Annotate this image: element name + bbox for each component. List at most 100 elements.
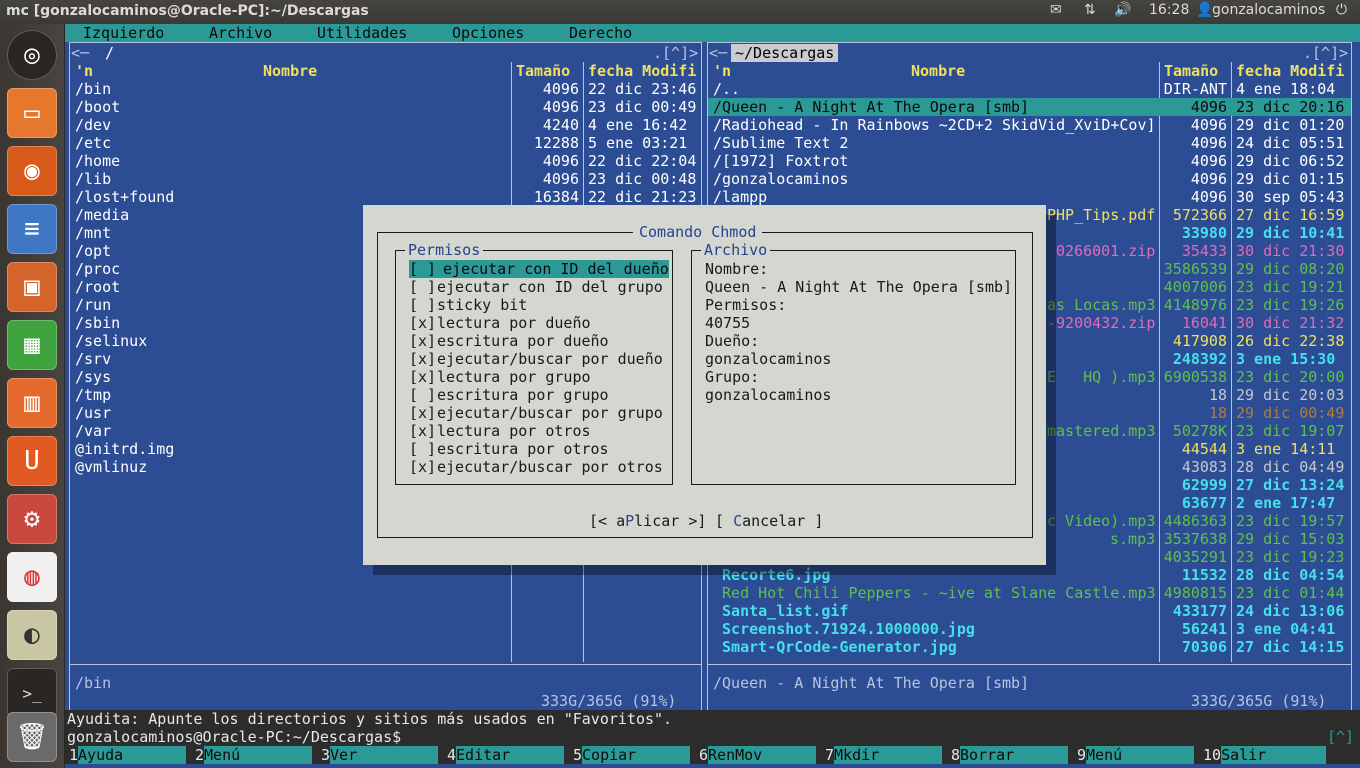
right-row-name[interactable]: /[1972] Foxtrot xyxy=(713,152,848,170)
right-row-size[interactable]: 43083 xyxy=(1159,458,1227,476)
right-row-name[interactable]: Smart-QrCode-Generator.jpg xyxy=(713,638,957,656)
perm-checkbox[interactable]: [ ] xyxy=(409,296,436,314)
perm-checkbox[interactable]: [ ] xyxy=(409,386,436,404)
right-row-size[interactable]: 62999 xyxy=(1159,476,1227,494)
right-row-date[interactable]: 29 dic 10:41 xyxy=(1236,224,1344,242)
left-row-name[interactable]: @initrd.img xyxy=(75,440,174,458)
right-row-size[interactable]: 70306 xyxy=(1159,638,1227,656)
right-row-name[interactable]: /lampp xyxy=(713,188,767,206)
right-row-name[interactable]: /Radiohead - In Rainbows ~2CD+2 SkidVid_… xyxy=(713,116,1156,134)
perm-label[interactable]: lectura por grupo xyxy=(437,368,591,386)
clock[interactable]: 16:28 xyxy=(1149,2,1189,18)
right-row-name[interactable]: E HQ ).mp3 xyxy=(1047,368,1155,386)
right-row-date[interactable]: 3 ene 04:41 xyxy=(1236,620,1335,638)
right-row-date[interactable]: 27 dic 13:24 xyxy=(1236,476,1344,494)
right-row-name[interactable]: Screenshot.71924.1000000.jpg xyxy=(713,620,975,638)
right-row-date[interactable]: 23 dic 20:16 xyxy=(1236,98,1345,116)
perm-checkbox[interactable]: [x] xyxy=(409,332,436,350)
right-row-date[interactable]: 23 dic 19:26 xyxy=(1236,296,1344,314)
right-row-size[interactable]: 18 xyxy=(1159,386,1227,404)
left-row-name[interactable]: /srv xyxy=(75,350,111,368)
right-row-size[interactable]: 3537638 xyxy=(1159,530,1227,548)
left-row-date[interactable]: 5 ene 03:21 xyxy=(588,134,687,152)
perm-checkbox[interactable]: [x] xyxy=(409,368,436,386)
left-row-name[interactable]: /mnt xyxy=(75,224,111,242)
right-row-date[interactable]: 23 dic 19:21 xyxy=(1236,278,1344,296)
trash-icon[interactable]: 🗑 xyxy=(7,712,57,762)
right-row-size[interactable]: 44544 xyxy=(1159,440,1227,458)
right-col-name[interactable]: Nombre xyxy=(911,62,965,80)
left-row-name[interactable]: /proc xyxy=(75,260,120,278)
user-name[interactable]: gonzalocaminos xyxy=(1212,2,1325,18)
right-row-date[interactable]: 28 dic 04:54 xyxy=(1236,566,1344,584)
left-row-size[interactable]: 4096 xyxy=(511,152,579,170)
right-row-name[interactable]: mastered.mp3 xyxy=(1047,422,1155,440)
software-center-icon[interactable]: ▥ xyxy=(7,378,57,428)
perm-checkbox[interactable]: [ ] xyxy=(409,260,437,278)
perm-label[interactable]: lectura por dueño xyxy=(437,314,591,332)
right-row-date[interactable]: 4 ene 18:04 xyxy=(1236,80,1335,98)
right-row-date[interactable]: 30 sep 05:43 xyxy=(1236,188,1344,206)
left-col-date[interactable]: fecha Modifi xyxy=(588,62,696,80)
perm-label[interactable]: ejecutar con ID del grupo xyxy=(437,278,663,296)
perm-checkbox[interactable]: [x] xyxy=(409,422,436,440)
right-row-name[interactable]: 0266001.zip xyxy=(1056,242,1155,260)
left-row-size[interactable]: 4240 xyxy=(511,116,579,134)
right-row-size[interactable]: 4486363 xyxy=(1159,512,1227,530)
fkey-6[interactable]: 6RenMov xyxy=(699,746,817,764)
left-row-date[interactable]: 22 dic 21:23 xyxy=(588,188,696,206)
left-row-name[interactable]: /lost+found xyxy=(75,188,174,206)
perm-label[interactable]: ejecutar con ID del dueño xyxy=(436,260,669,278)
ubuntu-one-icon[interactable]: U xyxy=(7,436,57,486)
left-row-size[interactable]: 4096 xyxy=(511,80,579,98)
perm-label[interactable]: escritura por grupo xyxy=(437,386,609,404)
left-row-size[interactable]: 4096 xyxy=(511,170,579,188)
left-row-name[interactable]: /home xyxy=(75,152,120,170)
right-row-size[interactable]: 4096 xyxy=(1159,98,1227,116)
left-row-date[interactable]: 4 ene 16:42 xyxy=(588,116,687,134)
ubuntu-dash-icon[interactable]: ◎ xyxy=(7,30,57,80)
left-panel-corner[interactable]: .[^]> xyxy=(653,44,698,62)
right-row-date[interactable]: 23 dic 01:44 xyxy=(1236,584,1344,602)
perm-label[interactable]: sticky bit xyxy=(437,296,527,314)
right-row-date[interactable]: 26 dic 22:38 xyxy=(1236,332,1344,350)
perm-label[interactable]: escritura por otros xyxy=(437,440,609,458)
right-row-size[interactable]: 433177 xyxy=(1159,602,1227,620)
left-row-date[interactable]: 22 dic 23:46 xyxy=(588,80,696,98)
left-row-name[interactable]: /media xyxy=(75,206,129,224)
right-row-size[interactable]: 4096 xyxy=(1159,152,1227,170)
speaker-app-icon[interactable]: ◐ xyxy=(7,610,57,660)
terminal-icon[interactable]: >_ xyxy=(7,668,57,718)
right-col-size[interactable]: Tamaño xyxy=(1164,62,1218,80)
left-row-name[interactable]: /sys xyxy=(75,368,111,386)
perm-checkbox[interactable]: [ ] xyxy=(409,278,436,296)
left-row-name[interactable]: /boot xyxy=(75,98,120,116)
right-row-size[interactable]: 35433 xyxy=(1159,242,1227,260)
right-row-date[interactable]: 30 dic 21:32 xyxy=(1236,314,1344,332)
right-row-date[interactable]: 28 dic 04:49 xyxy=(1236,458,1344,476)
right-row-name[interactable]: /Sublime Text 2 xyxy=(713,134,848,152)
right-row-size[interactable]: 4096 xyxy=(1159,134,1227,152)
firefox-icon[interactable]: ◉ xyxy=(7,146,57,196)
left-row-date[interactable]: 23 dic 00:48 xyxy=(588,170,696,188)
perm-checkbox[interactable]: [x] xyxy=(409,458,436,476)
right-row-size[interactable]: 4007006 xyxy=(1159,278,1227,296)
right-row-name[interactable]: Santa_list.gif xyxy=(713,602,848,620)
right-row-size[interactable]: 4096 xyxy=(1159,188,1227,206)
left-row-name[interactable]: /opt xyxy=(75,242,111,260)
fkey-3[interactable]: 3Ver xyxy=(321,746,439,764)
right-col-date[interactable]: fecha Modifi xyxy=(1236,62,1344,80)
power-icon[interactable]: ⏻ xyxy=(1336,2,1347,18)
right-row-name[interactable]: PHP_Tips.pdf xyxy=(1047,206,1155,224)
left-row-name[interactable]: /sbin xyxy=(75,314,120,332)
right-row-name[interactable]: -9200432.zip xyxy=(1047,314,1155,332)
fkey-9[interactable]: 9Menú xyxy=(1077,746,1195,764)
left-row-name[interactable]: /etc xyxy=(75,134,111,152)
right-row-size[interactable]: DIR-ANT xyxy=(1159,80,1227,98)
right-row-date[interactable]: 29 dic 15:03 xyxy=(1236,530,1344,548)
right-row-size[interactable]: 4980815 xyxy=(1159,584,1227,602)
right-col-n[interactable]: 'n xyxy=(713,62,731,80)
left-row-date[interactable]: 23 dic 00:49 xyxy=(588,98,696,116)
right-row-name[interactable]: /.. xyxy=(713,80,740,98)
right-row-date[interactable]: 24 dic 13:06 xyxy=(1236,602,1344,620)
